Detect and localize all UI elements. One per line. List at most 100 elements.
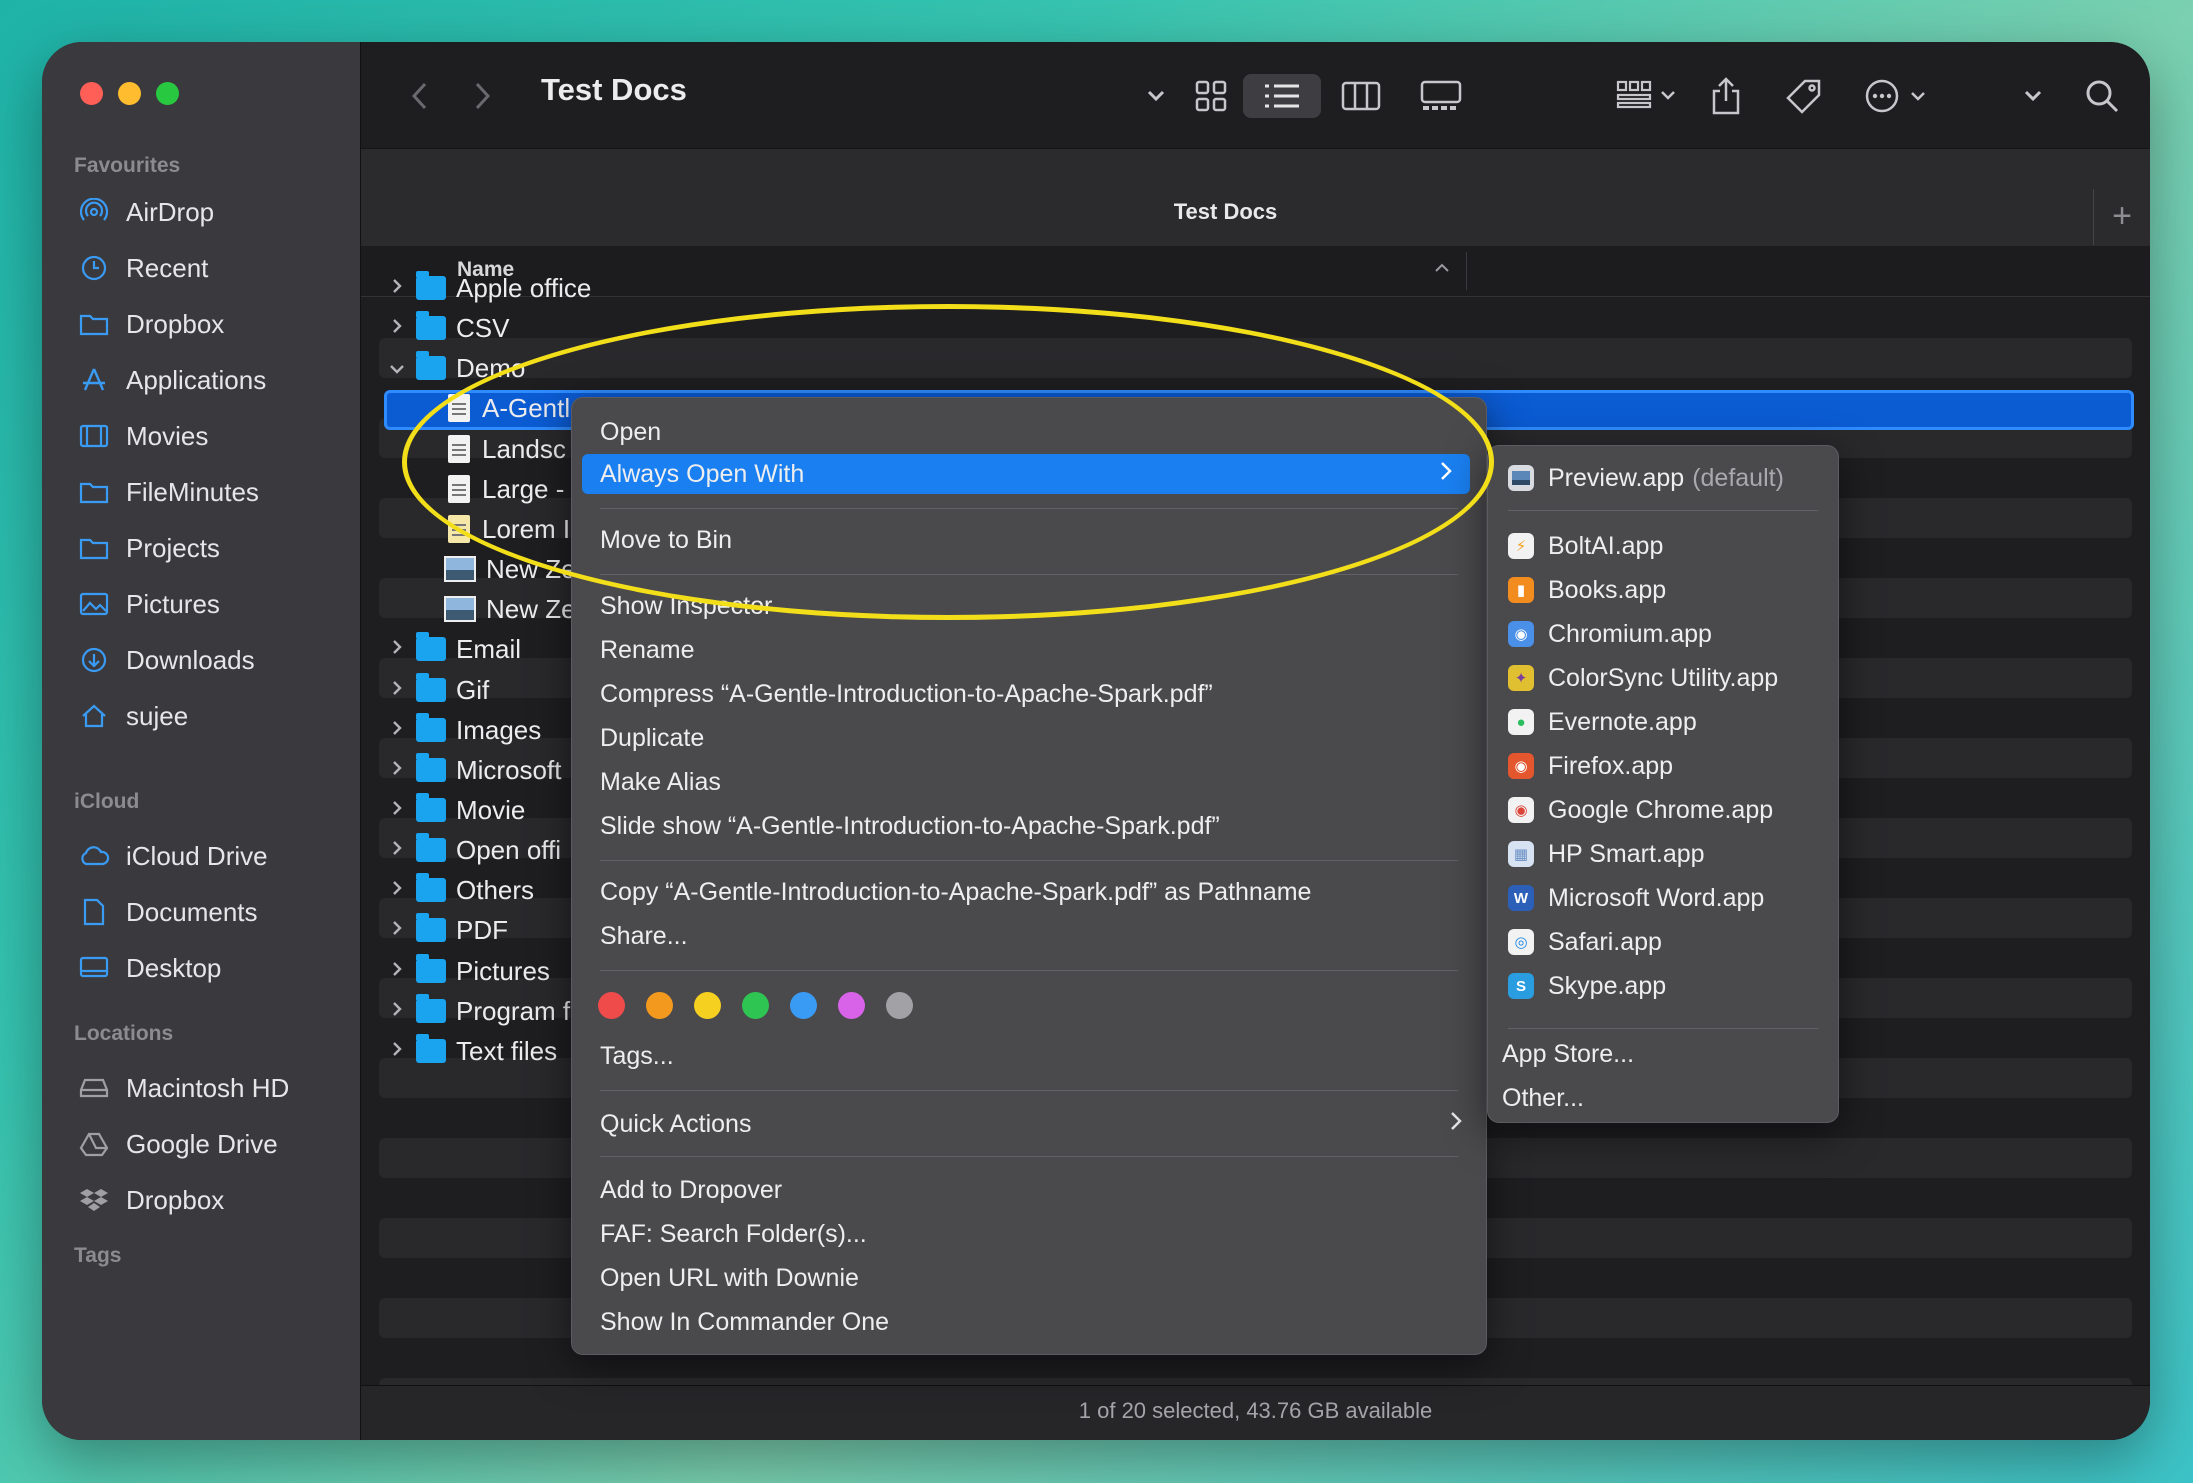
sidebar-item-recent[interactable]: Recent: [78, 248, 208, 288]
submenu-app-google-chrome[interactable]: ◉ Google Chrome.app: [1508, 790, 1773, 830]
disclosure-collapsed-icon[interactable]: [384, 998, 410, 1024]
disclosure-collapsed-icon[interactable]: [384, 677, 410, 703]
folder-row[interactable]: Email: [384, 629, 521, 669]
disclosure-collapsed-icon[interactable]: [384, 717, 410, 743]
menu-show-inspector[interactable]: Show Inspector: [600, 586, 772, 626]
file-row[interactable]: Lorem I: [440, 509, 570, 549]
folder-row[interactable]: Demo: [384, 348, 525, 388]
submenu-app-hp-smart[interactable]: ▦ HP Smart.app: [1508, 834, 1705, 874]
tab-test-docs[interactable]: Test Docs: [361, 199, 2090, 225]
menu-faf-search[interactable]: FAF: Search Folder(s)...: [600, 1214, 867, 1254]
disclosure-collapsed-icon[interactable]: [384, 636, 410, 662]
folder-row[interactable]: Movie: [384, 790, 525, 830]
sidebar-item-downloads[interactable]: Downloads: [78, 640, 255, 680]
menu-slide-show[interactable]: Slide show “A-Gentle-Introduction-to-Apa…: [600, 806, 1220, 846]
sidebar-item-documents[interactable]: Documents: [78, 892, 258, 932]
list-view-button[interactable]: [1243, 74, 1321, 118]
share-button[interactable]: [1701, 74, 1751, 118]
file-row[interactable]: New Ze: [440, 549, 576, 589]
disclosure-expanded-icon[interactable]: [384, 355, 410, 381]
disclosure-collapsed-icon[interactable]: [384, 315, 410, 341]
menu-make-alias[interactable]: Make Alias: [600, 762, 721, 802]
tag-color-dot[interactable]: [646, 992, 673, 1019]
sidebar-item-sujee[interactable]: sujee: [78, 696, 188, 736]
menu-open-url-downie[interactable]: Open URL with Downie: [600, 1258, 859, 1298]
submenu-app-evernote[interactable]: ● Evernote.app: [1508, 702, 1697, 742]
menu-copy-pathname[interactable]: Copy “A-Gentle-Introduction-to-Apache-Sp…: [600, 872, 1311, 912]
sidebar-item-airdrop[interactable]: AirDrop: [78, 192, 214, 232]
submenu-app-colorsync-utility[interactable]: ✦ ColorSync Utility.app: [1508, 658, 1778, 698]
minimize-button[interactable]: [118, 82, 141, 105]
tag-color-dot[interactable]: [598, 992, 625, 1019]
file-row[interactable]: A-Gentl: [440, 388, 570, 428]
menu-always-open-with[interactable]: Always Open With: [582, 454, 1470, 494]
back-button[interactable]: [399, 74, 439, 118]
folder-row[interactable]: Microsoft: [384, 750, 561, 790]
folder-row[interactable]: Open offi: [384, 830, 561, 870]
disclosure-collapsed-icon[interactable]: [384, 1038, 410, 1064]
menu-quick-actions[interactable]: Quick Actions: [600, 1104, 1462, 1144]
disclosure-collapsed-icon[interactable]: [384, 797, 410, 823]
sidebar-item-macintosh-hd[interactable]: Macintosh HD: [78, 1068, 289, 1108]
folder-row[interactable]: CSV: [384, 308, 509, 348]
menu-open[interactable]: Open: [600, 412, 661, 452]
folder-row[interactable]: Text files: [384, 1031, 557, 1071]
folder-row[interactable]: Gif: [384, 670, 489, 710]
more-actions-button[interactable]: [1861, 74, 1937, 118]
submenu-app-safari[interactable]: ◎ Safari.app: [1508, 922, 1662, 962]
folder-row[interactable]: Images: [384, 710, 541, 750]
folder-row[interactable]: Program f: [384, 991, 570, 1031]
folder-row[interactable]: Apple office: [384, 268, 591, 308]
tag-color-dot[interactable]: [742, 992, 769, 1019]
sidebar-item-projects[interactable]: Projects: [78, 528, 220, 568]
menu-compress[interactable]: Compress “A-Gentle-Introduction-to-Apach…: [600, 674, 1213, 714]
file-row[interactable]: Large -: [440, 469, 564, 509]
title-dropdown-button[interactable]: [1141, 74, 1171, 118]
submenu-app-firefox[interactable]: ◉ Firefox.app: [1508, 746, 1673, 786]
tag-button[interactable]: [1779, 74, 1829, 118]
menu-share[interactable]: Share...: [600, 916, 688, 956]
tag-color-dot[interactable]: [838, 992, 865, 1019]
forward-button[interactable]: [463, 74, 503, 118]
folder-row[interactable]: PDF: [384, 910, 508, 950]
submenu-app-chromium[interactable]: ◉ Chromium.app: [1508, 614, 1712, 654]
disclosure-collapsed-icon[interactable]: [384, 958, 410, 984]
disclosure-collapsed-icon[interactable]: [384, 757, 410, 783]
sidebar-item-applications[interactable]: Applications: [78, 360, 266, 400]
column-divider[interactable]: [1466, 252, 1467, 290]
tag-color-dot[interactable]: [694, 992, 721, 1019]
sidebar-item-desktop[interactable]: Desktop: [78, 948, 221, 988]
folder-row[interactable]: Pictures: [384, 951, 550, 991]
sidebar-item-fileminutes[interactable]: FileMinutes: [78, 472, 259, 512]
disclosure-collapsed-icon[interactable]: [384, 275, 410, 301]
icon-view-button[interactable]: [1181, 74, 1241, 118]
menu-rename[interactable]: Rename: [600, 630, 695, 670]
sidebar-item-dropbox[interactable]: Dropbox: [78, 1180, 224, 1220]
menu-duplicate[interactable]: Duplicate: [600, 718, 704, 758]
submenu-app-store[interactable]: App Store...: [1502, 1034, 1634, 1074]
folder-row[interactable]: Others: [384, 870, 534, 910]
group-button[interactable]: [1609, 74, 1689, 118]
submenu-app-boltai[interactable]: ⚡ BoltAI.app: [1508, 526, 1663, 566]
submenu-app-preview[interactable]: Preview.app (default): [1508, 458, 1784, 498]
sort-ascending-icon[interactable]: [1433, 258, 1451, 279]
disclosure-collapsed-icon[interactable]: [384, 837, 410, 863]
column-view-button[interactable]: [1331, 74, 1391, 118]
tag-color-dot[interactable]: [886, 992, 913, 1019]
close-button[interactable]: [80, 82, 103, 105]
menu-tags[interactable]: Tags...: [600, 1036, 674, 1076]
toolbar-overflow-button[interactable]: [2013, 74, 2053, 118]
tag-color-dot[interactable]: [790, 992, 817, 1019]
sidebar-item-movies[interactable]: Movies: [78, 416, 208, 456]
search-button[interactable]: [2077, 74, 2127, 118]
sidebar-item-pictures[interactable]: Pictures: [78, 584, 220, 624]
disclosure-collapsed-icon[interactable]: [384, 877, 410, 903]
zoom-button[interactable]: [156, 82, 179, 105]
submenu-app-books[interactable]: ▮ Books.app: [1508, 570, 1666, 610]
submenu-app-skype[interactable]: S Skype.app: [1508, 966, 1666, 1006]
menu-show-commander-one[interactable]: Show In Commander One: [600, 1302, 889, 1342]
sidebar-item-icloud-drive[interactable]: iCloud Drive: [78, 836, 268, 876]
submenu-other[interactable]: Other...: [1502, 1078, 1584, 1118]
submenu-app-microsoft-word[interactable]: W Microsoft Word.app: [1508, 878, 1764, 918]
sidebar-item-google-drive[interactable]: Google Drive: [78, 1124, 278, 1164]
